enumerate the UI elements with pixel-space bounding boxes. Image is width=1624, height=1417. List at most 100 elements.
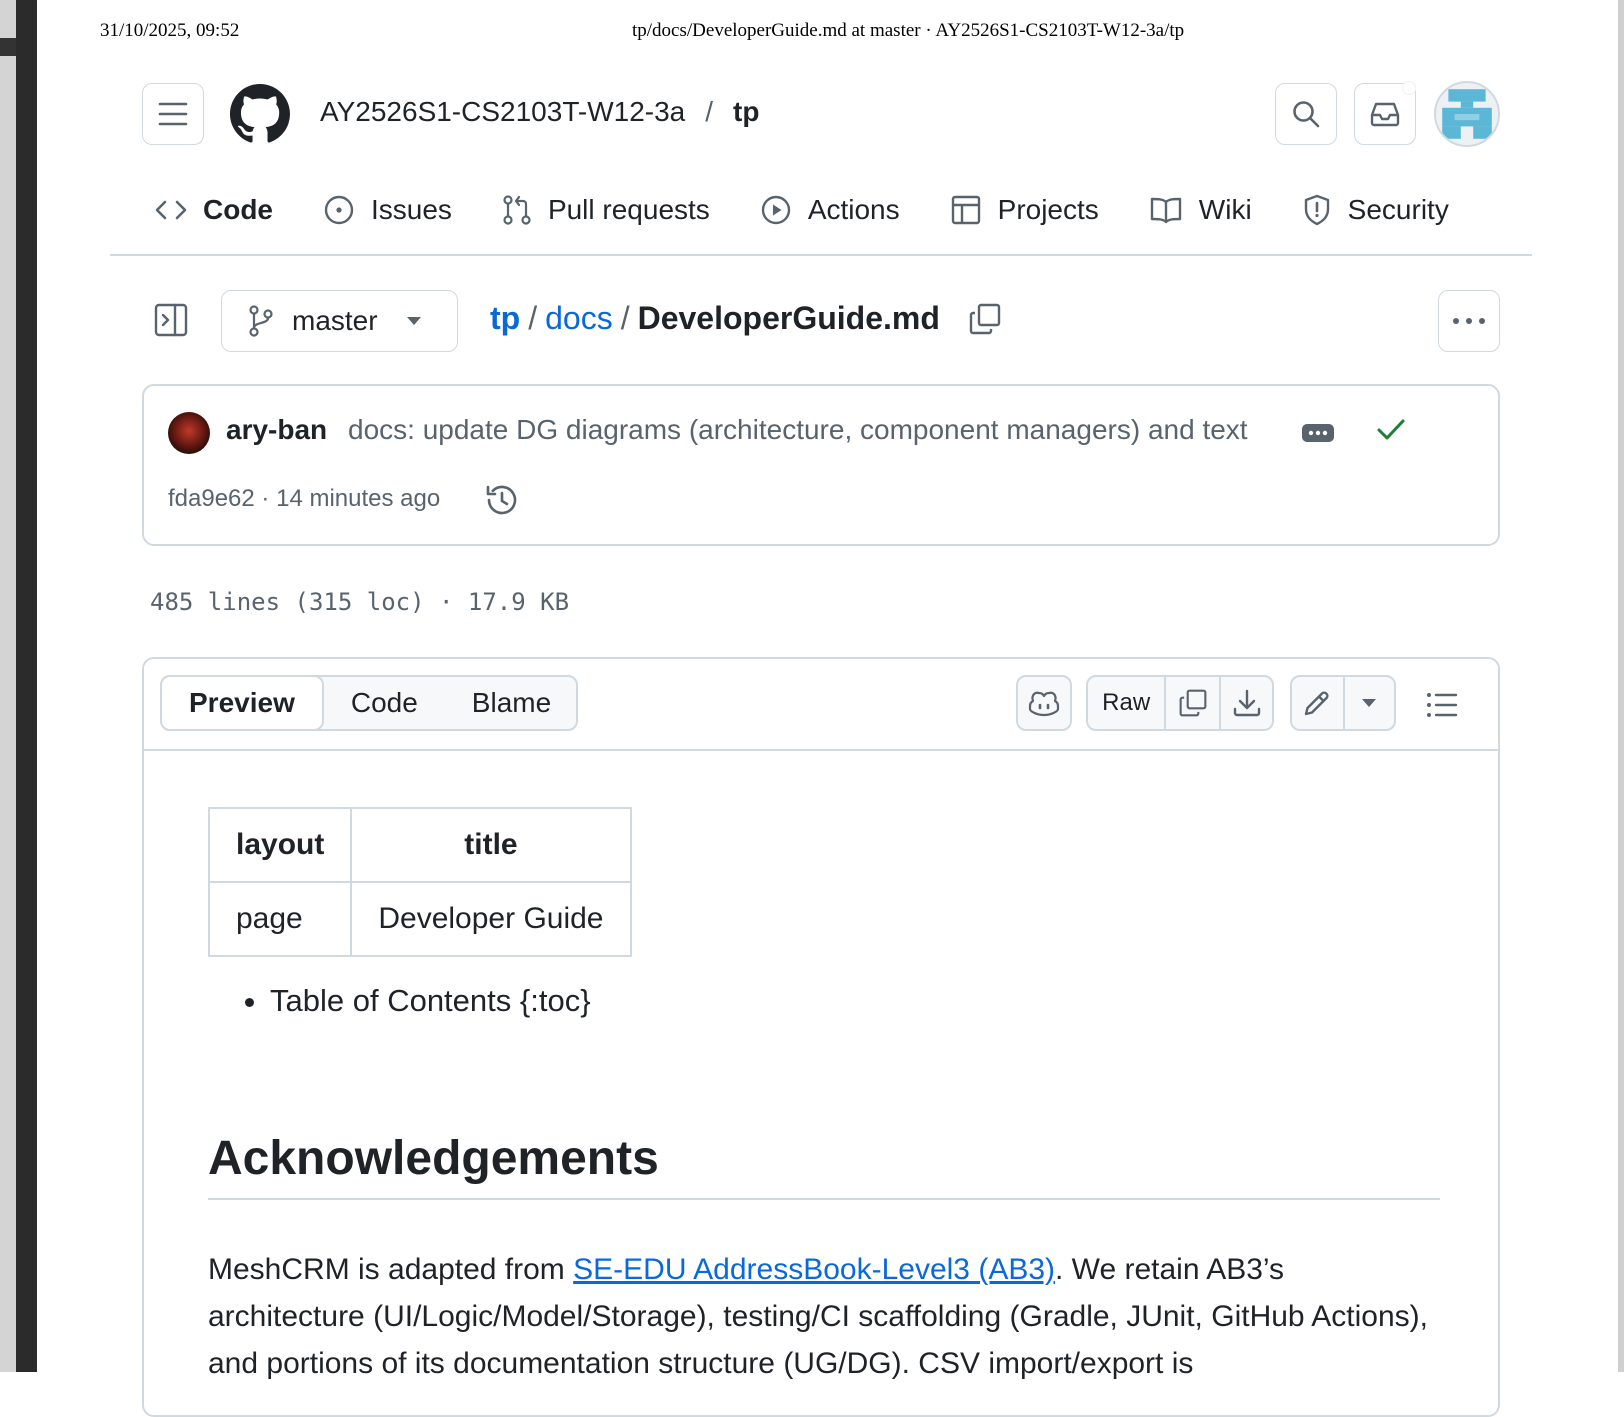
print-datetime: 31/10/2025, 09:52 (100, 20, 240, 41)
table-header-cell: layout (207, 807, 353, 883)
tab-actions[interactable]: Actions (760, 194, 900, 226)
acknowledgements-paragraph: MeshCRM is adapted from SE-EDU AddressBo… (208, 1246, 1440, 1387)
repo-nav-tabs: Code Issues Pull requests Actions Projec… (155, 187, 1499, 233)
tabs-divider (110, 254, 1532, 256)
download-raw-button[interactable] (1221, 677, 1272, 729)
ab3-link[interactable]: SE-EDU AddressBook-Level3 (AB3) (573, 1253, 1055, 1286)
edit-file-button[interactable] (1292, 677, 1345, 729)
tab-code-label: Code (203, 194, 273, 225)
copy-icon (1178, 688, 1208, 718)
shield-icon (1302, 194, 1332, 226)
copilot-icon (1028, 689, 1060, 717)
play-icon (760, 194, 792, 226)
commit-time: 14 minutes ago (276, 485, 441, 512)
notification-dot (1402, 81, 1416, 95)
code-icon (155, 198, 187, 222)
raw-button[interactable]: Raw (1088, 677, 1167, 729)
repo-title: AY2526S1-CS2103T-W12-3a / tp (320, 96, 759, 128)
commit-meta: fda9e62 · 14 minutes ago (168, 485, 440, 513)
history-icon[interactable] (484, 482, 520, 518)
paragraph-text: MeshCRM is adapted from (208, 1253, 574, 1286)
breadcrumb-docs-link[interactable]: docs (545, 300, 613, 337)
caret-down-icon (1361, 698, 1377, 708)
github-logo-icon[interactable] (230, 84, 290, 144)
outline-list-icon[interactable] (1426, 691, 1458, 719)
file-viewer: Preview Code Blame Raw layout title page… (142, 657, 1500, 1417)
preview-tab[interactable]: Preview (160, 675, 324, 731)
window-right-edge (1618, 0, 1624, 1372)
commit-message[interactable]: docs: update DG diagrams (architecture, … (348, 414, 1248, 446)
breadcrumb-repo-link[interactable]: tp (490, 300, 520, 337)
tab-projects[interactable]: Projects (950, 194, 1099, 226)
search-button[interactable] (1275, 83, 1337, 145)
acknowledgements-heading: Acknowledgements (208, 1131, 1440, 1200)
book-icon (1149, 196, 1183, 224)
code-view-tab[interactable]: Code (324, 677, 445, 729)
tab-actions-label: Actions (807, 194, 900, 225)
repo-name-link[interactable]: tp (733, 96, 759, 127)
file-info: 485 lines (315 loc) · 17.9 KB (150, 588, 570, 616)
commit-sha[interactable]: fda9e62 (168, 485, 255, 512)
sidebar-expand-icon (153, 302, 189, 338)
copy-raw-button[interactable] (1166, 677, 1222, 729)
issue-icon (323, 194, 355, 226)
file-breadcrumb: tp / docs / DeveloperGuide.md (490, 300, 1002, 337)
tab-issues[interactable]: Issues (323, 194, 452, 226)
commit-meta-separator: · (254, 485, 277, 512)
print-header: 31/10/2025, 09:52 tp/docs/DeveloperGuide… (0, 20, 1624, 44)
pencil-icon (1302, 688, 1332, 718)
tab-security[interactable]: Security (1302, 194, 1449, 226)
breadcrumb-separator: / (528, 300, 538, 336)
table-cell: Developer Guide (350, 881, 632, 957)
branch-select[interactable]: master (221, 290, 458, 352)
more-options-button[interactable] (1438, 290, 1500, 352)
print-title: tp/docs/DeveloperGuide.md at master · AY… (632, 20, 1185, 41)
table-row: page Developer Guide (207, 881, 632, 957)
bullet-list: Table of Contents {:toc} (208, 983, 591, 1019)
toggle-file-tree-button[interactable] (153, 302, 189, 338)
ellipsis-icon (1302, 424, 1334, 442)
tab-code[interactable]: Code (155, 194, 273, 226)
tab-security-label: Security (1347, 194, 1449, 225)
tab-issues-label: Issues (371, 194, 452, 225)
breadcrumb-filename: DeveloperGuide.md (637, 300, 940, 336)
check-icon[interactable] (1376, 418, 1406, 442)
download-icon (1232, 688, 1262, 718)
front-matter-table: layout title page Developer Guide (207, 807, 632, 957)
file-viewer-toolbar: Preview Code Blame Raw (144, 659, 1498, 751)
search-icon (1291, 99, 1321, 129)
tab-wiki-label: Wiki (1198, 194, 1252, 225)
hamburger-icon (158, 101, 188, 127)
copilot-button[interactable] (1016, 675, 1072, 731)
author-avatar[interactable] (168, 412, 210, 454)
breadcrumb-separator: / (620, 300, 630, 336)
kebab-horizontal-icon (1452, 317, 1486, 325)
inbox-icon (1369, 100, 1401, 128)
repo-title-separator: / (705, 96, 714, 127)
blame-tab[interactable]: Blame (445, 677, 578, 729)
tab-wiki[interactable]: Wiki (1149, 194, 1252, 226)
caret-down-icon (406, 316, 422, 326)
copy-path-icon[interactable] (968, 302, 1002, 336)
tab-projects-label: Projects (997, 194, 1099, 225)
menu-button[interactable] (142, 83, 204, 145)
commit-author[interactable]: ary-ban (226, 414, 327, 446)
repo-owner-link[interactable]: AY2526S1-CS2103T-W12-3a (320, 96, 685, 127)
table-header-row: layout title (207, 807, 632, 883)
view-mode-segmented-control: Preview Code Blame (160, 675, 578, 731)
list-item: Table of Contents {:toc} (270, 983, 591, 1019)
edit-actions-group (1290, 675, 1396, 731)
table-cell: page (207, 881, 353, 957)
git-branch-icon (248, 305, 274, 337)
edit-options-dropdown[interactable] (1345, 677, 1394, 729)
pull-request-icon (502, 194, 532, 226)
branch-name: master (292, 305, 378, 336)
user-avatar[interactable] (1434, 81, 1500, 147)
latest-commit-box: ary-ban docs: update DG diagrams (archit… (142, 384, 1500, 546)
expand-commit-message-button[interactable] (1302, 424, 1334, 442)
raw-actions-group: Raw (1086, 675, 1274, 731)
tab-pull-requests[interactable]: Pull requests (502, 194, 710, 226)
table-header-cell: title (350, 807, 632, 883)
window-left-edge (0, 0, 37, 1372)
table-icon (950, 194, 982, 226)
